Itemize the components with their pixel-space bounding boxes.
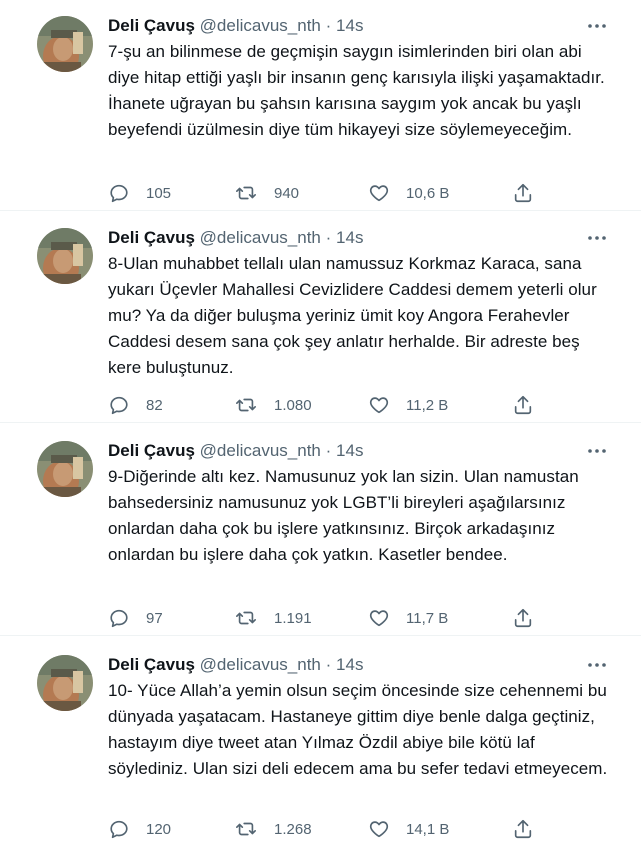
tweet-text: 9-Diğerinde altı kez. Namusunuz yok lan … bbox=[108, 467, 579, 564]
tweet-header: Deli Çavuş @delicavus_nth · 14s bbox=[108, 654, 363, 676]
user-handle[interactable]: @delicavus_nth bbox=[200, 441, 321, 460]
tweet-header: Deli Çavuş @delicavus_nth · 14s bbox=[108, 440, 363, 462]
like-count: 10,6 B bbox=[406, 184, 450, 202]
like-button[interactable]: 11,7 B bbox=[368, 606, 448, 630]
display-name[interactable]: Deli Çavuş bbox=[108, 228, 195, 247]
heart-icon bbox=[368, 394, 390, 416]
like-button[interactable]: 11,2 B bbox=[368, 393, 448, 417]
retweet-count: 940 bbox=[274, 184, 300, 202]
avatar[interactable] bbox=[37, 228, 93, 284]
tweet[interactable]: Deli Çavuş @delicavus_nth · 14s 8-Ulan m… bbox=[0, 212, 641, 423]
more-icon[interactable] bbox=[585, 441, 609, 461]
retweet-button[interactable]: 940 bbox=[234, 181, 299, 205]
retweet-button[interactable]: 1.268 bbox=[234, 817, 312, 841]
heart-icon bbox=[368, 607, 390, 629]
avatar[interactable] bbox=[37, 655, 93, 711]
retweet-count: 1.268 bbox=[274, 820, 312, 838]
tweet-actions: 97 1.191 11,7 B bbox=[108, 606, 548, 630]
more-icon[interactable] bbox=[585, 228, 609, 248]
tweet-header: Deli Çavuş @delicavus_nth · 14s bbox=[108, 15, 363, 37]
share-icon bbox=[512, 818, 534, 840]
timestamp[interactable]: 14s bbox=[336, 655, 363, 674]
separator-dot: · bbox=[325, 441, 332, 460]
display-name[interactable]: Deli Çavuş bbox=[108, 16, 195, 35]
reply-button[interactable]: 97 bbox=[108, 606, 163, 630]
share-icon bbox=[512, 607, 534, 629]
tweet[interactable]: Deli Çavuş @delicavus_nth · 14s 7-şu an … bbox=[0, 0, 641, 211]
tweet-feed: Deli Çavuş @delicavus_nth · 14s 7-şu an … bbox=[0, 0, 641, 851]
reply-button[interactable]: 120 bbox=[108, 817, 171, 841]
reply-icon bbox=[108, 818, 130, 840]
tweet-text: 10- Yüce Allah’a yemin olsun seçim önces… bbox=[108, 681, 608, 778]
retweet-icon bbox=[234, 182, 258, 204]
tweet-text: 8-Ulan muhabbet tellalı ulan namussuz Ko… bbox=[108, 254, 597, 377]
reply-count: 120 bbox=[146, 820, 172, 838]
tweet-actions: 120 1.268 14,1 B bbox=[108, 817, 548, 841]
tweet[interactable]: Deli Çavuş @delicavus_nth · 14s 9-Diğeri… bbox=[0, 425, 641, 636]
display-name[interactable]: Deli Çavuş bbox=[108, 655, 195, 674]
separator-dot: · bbox=[325, 16, 332, 35]
display-name[interactable]: Deli Çavuş bbox=[108, 441, 195, 460]
like-count: 11,7 B bbox=[406, 609, 449, 627]
separator-dot: · bbox=[325, 655, 332, 674]
tweet-actions: 105 940 10,6 B bbox=[108, 181, 548, 205]
share-button[interactable] bbox=[512, 393, 534, 417]
reply-icon bbox=[108, 182, 130, 204]
like-count: 11,2 B bbox=[406, 396, 449, 414]
retweet-button[interactable]: 1.080 bbox=[234, 393, 312, 417]
user-handle[interactable]: @delicavus_nth bbox=[200, 228, 321, 247]
reply-icon bbox=[108, 394, 130, 416]
reply-count: 82 bbox=[146, 396, 163, 414]
retweet-button[interactable]: 1.191 bbox=[234, 606, 312, 630]
separator-dot: · bbox=[325, 228, 332, 247]
retweet-icon bbox=[234, 607, 258, 629]
heart-icon bbox=[368, 818, 390, 840]
reply-count: 97 bbox=[146, 609, 163, 627]
avatar[interactable] bbox=[37, 441, 93, 497]
avatar[interactable] bbox=[37, 16, 93, 72]
tweet[interactable]: Deli Çavuş @delicavus_nth · 14s 10- Yüce… bbox=[0, 639, 641, 850]
tweet-text: 7-şu an bilinmese de geçmişin saygın isi… bbox=[108, 42, 605, 139]
more-icon[interactable] bbox=[585, 655, 609, 675]
retweet-icon bbox=[234, 394, 258, 416]
tweet-header: Deli Çavuş @delicavus_nth · 14s bbox=[108, 227, 363, 249]
reply-button[interactable]: 82 bbox=[108, 393, 163, 417]
like-count: 14,1 B bbox=[406, 820, 450, 838]
retweet-count: 1.191 bbox=[274, 609, 312, 627]
timestamp[interactable]: 14s bbox=[336, 228, 363, 247]
reply-button[interactable]: 105 bbox=[108, 181, 171, 205]
share-icon bbox=[512, 182, 534, 204]
retweet-count: 1.080 bbox=[274, 396, 312, 414]
user-handle[interactable]: @delicavus_nth bbox=[200, 655, 321, 674]
reply-count: 105 bbox=[146, 184, 172, 202]
share-button[interactable] bbox=[512, 181, 534, 205]
retweet-icon bbox=[234, 818, 258, 840]
tweet-actions: 82 1.080 11,2 B bbox=[108, 393, 548, 417]
like-button[interactable]: 10,6 B bbox=[368, 181, 449, 205]
share-button[interactable] bbox=[512, 606, 534, 630]
more-icon[interactable] bbox=[585, 16, 609, 36]
share-button[interactable] bbox=[512, 817, 534, 841]
heart-icon bbox=[368, 182, 390, 204]
share-icon bbox=[512, 394, 534, 416]
user-handle[interactable]: @delicavus_nth bbox=[200, 16, 321, 35]
like-button[interactable]: 14,1 B bbox=[368, 817, 449, 841]
timestamp[interactable]: 14s bbox=[336, 441, 363, 460]
timestamp[interactable]: 14s bbox=[336, 16, 363, 35]
reply-icon bbox=[108, 607, 130, 629]
